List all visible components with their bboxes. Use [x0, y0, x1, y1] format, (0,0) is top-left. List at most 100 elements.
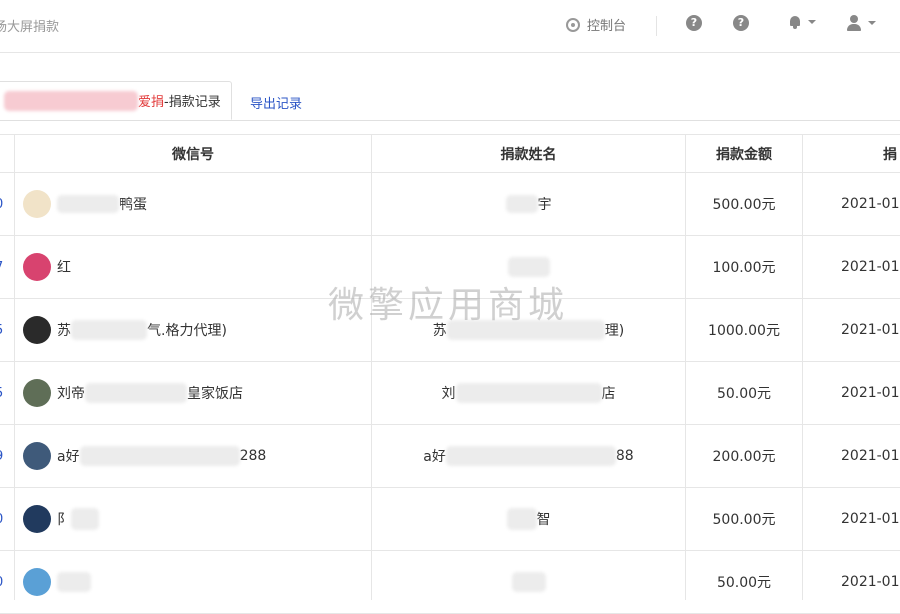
row-id[interactable]: 9	[0, 425, 13, 487]
donor-cell: 智	[372, 488, 685, 550]
redacted-block	[505, 195, 538, 213]
date-cell: 2021-01	[841, 448, 900, 464]
table-row: 9 a好 288 a好 88 200.00元 2021-01	[0, 425, 900, 488]
redacted-block	[85, 383, 187, 403]
redacted-block	[57, 572, 91, 592]
table-row: 7 红 100.00元 2021-01	[0, 236, 900, 299]
top-divider	[656, 16, 657, 36]
tab-red-label: 爱捐	[138, 95, 165, 110]
amount-cell: 100.00元	[712, 260, 776, 276]
donor-name: 宇	[537, 197, 552, 213]
wechat-name-prefix: 阝	[57, 512, 71, 528]
col-amount: 捐款金额	[716, 146, 772, 163]
redacted-block	[79, 446, 240, 466]
date-cell: 2021-01	[841, 511, 900, 527]
donor-name-suffix: 店	[601, 386, 616, 402]
redacted-block	[71, 320, 147, 340]
date-cell: 2021-01	[841, 259, 900, 275]
redacted-block	[57, 195, 119, 213]
redacted-block	[507, 257, 550, 277]
help-button[interactable]: ?	[686, 15, 702, 31]
date-cell: 2021-01	[841, 574, 900, 590]
amount-cell: 1000.00元	[708, 323, 780, 339]
amount-cell: 200.00元	[712, 449, 776, 465]
table-row: 0 鸭蛋 宇 500.00元 2021-01	[0, 173, 900, 236]
user-menu-button[interactable]	[846, 15, 876, 31]
donor-cell: 宇	[372, 173, 685, 235]
row-id[interactable]: 5	[0, 299, 13, 361]
amount-cell: 500.00元	[712, 197, 776, 213]
wechat-cell: 红	[15, 236, 371, 298]
help-icon: ?	[686, 15, 702, 31]
donor-cell	[372, 236, 685, 298]
tab-label: -捐款记录	[164, 95, 221, 110]
col-date: 捐	[883, 146, 897, 163]
redacted-block	[446, 320, 605, 340]
table-row: 0 阝 智 500.00元 2021-01	[0, 488, 900, 551]
wechat-cell: 鸭蛋	[15, 173, 371, 235]
row-id[interactable]: 0	[0, 488, 13, 550]
question-icon: ?	[733, 15, 749, 31]
console-link[interactable]: 控制台	[566, 15, 626, 34]
donor-cell: 刘 店	[372, 362, 685, 424]
table-header-row: 微信号 捐款姓名 捐款金额 捐	[0, 134, 900, 173]
redacted-block	[445, 446, 616, 466]
col-donor-name: 捐款姓名	[500, 146, 557, 163]
avatar	[23, 316, 51, 344]
wechat-cell: 阝	[15, 488, 371, 550]
date-cell: 2021-01	[841, 385, 900, 401]
wechat-name-suffix: 气.格力代理)	[147, 323, 227, 339]
donation-table: 微信号 捐款姓名 捐款金额 捐 0 鸭蛋 宇 500.00元 2021-01 7…	[0, 134, 900, 614]
wechat-cell: 苏 气.格力代理)	[15, 299, 371, 361]
tab-export-records[interactable]: 导出记录	[250, 93, 302, 112]
wechat-name-prefix: 苏	[57, 323, 71, 339]
redacted-block	[4, 90, 138, 111]
table-row: 0 50.00元 2021-01	[0, 551, 900, 614]
wechat-name-suffix: 皇家饭店	[187, 386, 243, 402]
donor-name-suffix: 88	[615, 448, 634, 464]
donor-name-prefix: a好	[423, 449, 446, 465]
donor-cell	[372, 551, 685, 613]
redacted-block	[455, 383, 602, 403]
help-button-2[interactable]: ?	[733, 15, 749, 31]
amount-cell: 50.00元	[716, 386, 772, 402]
wechat-name-prefix: 刘帝	[57, 386, 85, 402]
console-icon	[566, 17, 580, 32]
row-id[interactable]: 0	[0, 551, 13, 613]
chevron-down-icon	[808, 20, 816, 24]
wechat-name-prefix: a好	[57, 449, 80, 465]
date-cell: 2021-01	[841, 196, 900, 212]
date-cell: 2021-01	[841, 322, 900, 338]
donor-cell: 苏 理)	[372, 299, 685, 361]
row-id[interactable]: 7	[0, 236, 13, 298]
avatar	[23, 568, 51, 596]
avatar	[23, 190, 51, 218]
redacted-block	[506, 508, 537, 530]
table-row: 5 苏 气.格力代理) 苏 理) 1000.00元 2021-01	[0, 299, 900, 362]
wechat-cell: 刘帝 皇家饭店	[15, 362, 371, 424]
amount-cell: 50.00元	[716, 575, 772, 591]
redacted-block	[511, 572, 546, 592]
donor-cell: a好 88	[372, 425, 685, 487]
row-id[interactable]: 5	[0, 362, 13, 424]
avatar	[23, 253, 51, 281]
donor-name-prefix: 苏	[432, 323, 447, 339]
redacted-block	[71, 508, 99, 530]
row-id[interactable]: 0	[0, 173, 13, 235]
wechat-name: 鸭蛋	[119, 197, 147, 213]
tab-bar: 爱捐 -捐款记录 导出记录	[0, 81, 900, 121]
bell-icon	[788, 15, 802, 29]
col-wechat: 微信号	[172, 146, 214, 163]
wechat-cell: a好 288	[15, 425, 371, 487]
user-icon	[846, 15, 862, 31]
donor-name-prefix: 刘	[441, 386, 456, 402]
wechat-cell	[15, 551, 371, 613]
wechat-name-suffix: 288	[239, 448, 267, 464]
donor-name-suffix: 理)	[604, 323, 625, 339]
wechat-name: 红	[57, 260, 71, 276]
console-label: 控制台	[587, 19, 627, 34]
notifications-button[interactable]	[788, 15, 816, 29]
avatar	[23, 379, 51, 407]
avatar	[23, 442, 51, 470]
tab-donation-records[interactable]: 爱捐 -捐款记录	[0, 81, 232, 120]
